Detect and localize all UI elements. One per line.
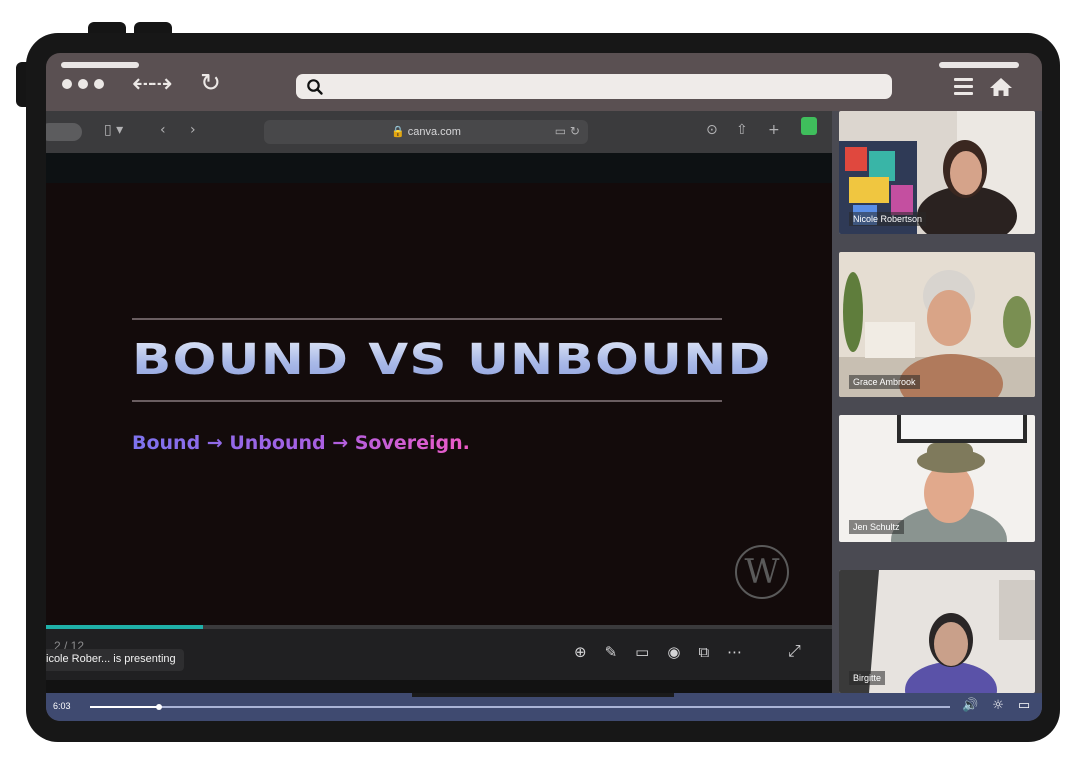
expand-icon[interactable]: ⤢ [788, 641, 801, 661]
bottom-strip [46, 680, 832, 693]
chrome-pill [61, 62, 139, 68]
current-time: 6:03 [53, 701, 71, 711]
volume-icon[interactable]: 🔊 [962, 698, 978, 713]
video-player-bar: 6:03 🔊 ☼ ▭ [46, 693, 1042, 721]
reader-reload-icons[interactable]: ▭ ↻ [555, 124, 580, 138]
tab-overview-button[interactable] [46, 123, 82, 141]
menu-icon[interactable] [954, 78, 973, 99]
seek-knob[interactable] [155, 704, 162, 710]
search-icon [307, 79, 323, 95]
sidebar-icon[interactable]: ▯ ▾ [104, 122, 123, 138]
title-bottom-rule [132, 400, 722, 402]
window-icon[interactable]: ⧉ [698, 643, 709, 661]
extension-icon[interactable] [801, 117, 817, 135]
window-dots-icon[interactable] [62, 79, 104, 89]
reload-icon[interactable]: ↻ [200, 68, 221, 97]
slide-title: BOUND VS UNBOUND [132, 335, 772, 385]
keyboard-icon[interactable]: ▭ [635, 643, 649, 661]
participant-name: Grace Ambrook [849, 375, 920, 389]
settings-icon[interactable]: ☼ [992, 698, 1004, 713]
player-notch [412, 693, 674, 697]
broadcast-icon[interactable]: ◉ [667, 643, 680, 661]
screen: ⇠⇢ ↻ ▯ ▾ ‹ › � [46, 53, 1042, 721]
presenter-controls: 2 / 12 icole Rober... is presenting ⊕ ✎ … [46, 629, 832, 680]
zoom-icon[interactable]: ⊕ [574, 643, 587, 661]
presenter-toolbar: ⊕ ✎ ▭ ◉ ⧉ ⋯ [574, 643, 742, 661]
browser-chrome: ⇠⇢ ↻ [46, 53, 1042, 111]
draw-icon[interactable]: ✎ [605, 643, 618, 661]
chrome-pill [939, 62, 1019, 68]
download-icon[interactable]: ⊙ [706, 122, 718, 138]
dot [62, 79, 72, 89]
presenting-label: icole Rober... is presenting [46, 649, 184, 671]
participant-name: Birgitte [849, 671, 886, 685]
w-logo: W [735, 545, 789, 599]
slide-subtitle: Bound → Unbound → Sovereign. [132, 432, 470, 454]
airplay-icon[interactable]: ▭ [1018, 698, 1030, 713]
participant-name: Jen Schultz [849, 520, 904, 534]
seek-bar-fill [90, 706, 159, 708]
safari-toolbar: ▯ ▾ ‹ › 🔒 canva.com ▭ ↻ ⊙ ⇧ + [46, 111, 832, 153]
seek-bar[interactable] [90, 704, 950, 710]
shared-screen-area: ▯ ▾ ‹ › 🔒 canva.com ▭ ↻ ⊙ ⇧ + BOUND VS U… [46, 111, 1042, 693]
forward-icon[interactable]: › [190, 122, 196, 138]
participant-tile[interactable]: Jen Schultz [839, 415, 1035, 542]
share-icon[interactable]: ⇧ [736, 122, 748, 138]
participant-tile[interactable]: Birgitte [839, 570, 1035, 693]
safari-url: 🔒 canva.com [391, 126, 461, 138]
home-icon[interactable] [989, 77, 1013, 97]
participant-tile[interactable]: Grace Ambrook [839, 252, 1035, 397]
back-forward-icon[interactable]: ⇠⇢ [132, 69, 173, 99]
more-icon[interactable]: ⋯ [727, 643, 742, 661]
search-input[interactable] [296, 74, 892, 99]
player-controls: 🔊 ☼ ▭ [962, 698, 1030, 713]
slide-canvas: BOUND VS UNBOUND Bound → Unbound → Sover… [46, 183, 832, 625]
new-tab-icon[interactable]: + [768, 122, 780, 138]
participant-tile[interactable]: Nicole Robertson [839, 111, 1035, 234]
back-icon[interactable]: ‹ [160, 122, 166, 138]
participant-name: Nicole Robertson [849, 212, 927, 226]
title-top-rule [132, 318, 722, 320]
dot [78, 79, 88, 89]
dot [94, 79, 104, 89]
participant-sidebar: Nicole Robertson Grace Ambrook Jen Schul… [832, 111, 1042, 693]
device-frame: ⇠⇢ ↻ ▯ ▾ ‹ › � [26, 33, 1060, 742]
safari-address-bar[interactable]: 🔒 canva.com ▭ ↻ [264, 120, 588, 144]
canva-header [46, 153, 832, 183]
